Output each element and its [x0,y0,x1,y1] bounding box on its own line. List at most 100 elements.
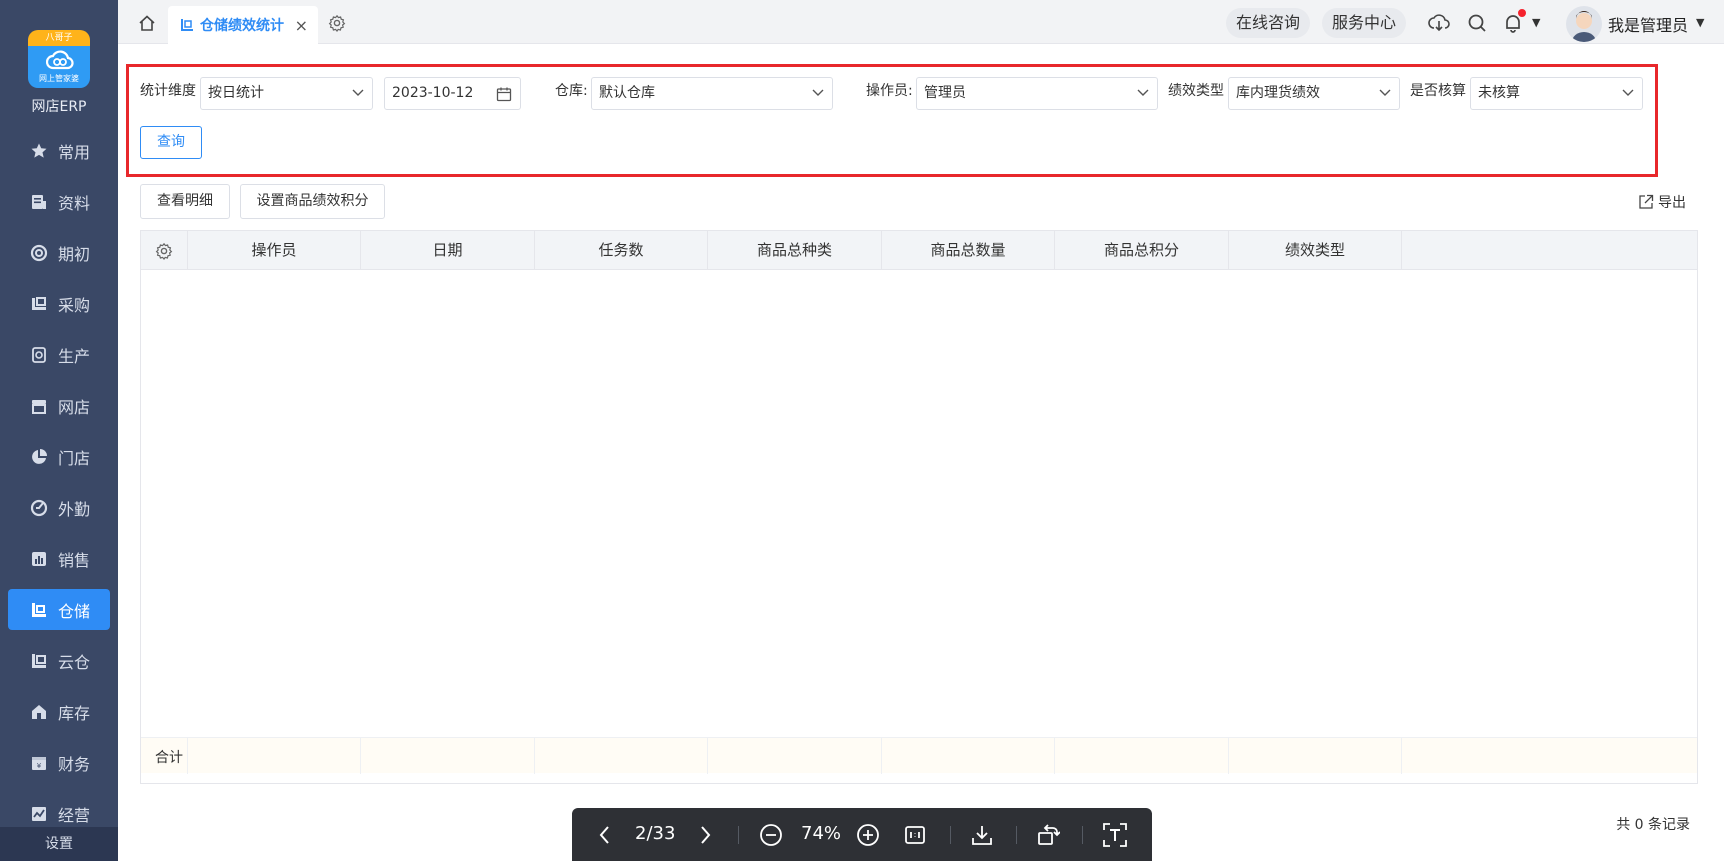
sidebar-nav: 常用 资料 期初 采购 生产 网店 门店 外勤 销售 仓储 云仓 库存 ¥ 财务… [0,130,118,844]
user-name[interactable]: 我是管理员 [1608,12,1688,36]
sidebar-item-label: 网店 [58,397,91,417]
column-settings[interactable] [141,231,188,270]
user-avatar-icon [1572,11,1596,42]
sidebar-item-label: 经营 [58,805,91,825]
prev-page-button[interactable] [592,822,618,848]
star-icon [30,142,48,160]
download-button[interactable] [969,822,995,848]
view-detail-button[interactable]: 查看明细 [140,184,230,219]
warehouse-icon [30,601,48,619]
footer-cell [708,738,882,774]
sidebar-item-label: 外勤 [58,499,91,519]
operator-label: 操作员: [866,83,913,99]
zoom-in-button[interactable] [855,822,881,848]
divider [950,826,951,844]
sidebar-item-data[interactable]: 资料 [8,181,110,222]
avatar[interactable] [1566,6,1602,42]
sidebar-item-finance[interactable]: ¥ 财务 [8,742,110,783]
date-picker[interactable]: 2023-10-12 [384,77,521,110]
viewer-toolbar: 2/33 74% [572,808,1152,861]
calendar-icon [496,87,512,102]
bar-chart-icon [30,550,48,568]
chevron-down-icon [1622,89,1634,96]
chevron-down-icon [1137,89,1149,96]
rotate-icon [1038,824,1060,845]
notification-dot [1518,9,1526,17]
app-logo[interactable]: 八哥子 网上管家婆 [28,30,90,88]
footer-cell [361,738,535,774]
sidebar-item-inventory[interactable]: 库存 [8,691,110,732]
sidebar: 八哥子 网上管家婆 网店ERP 常用 资料 期初 采购 生产 网店 门店 外勤 … [0,0,118,861]
query-button[interactable]: 查询 [140,126,202,159]
sidebar-item-opening[interactable]: 期初 [8,232,110,273]
operator-select[interactable]: 管理员 [916,77,1158,110]
column-header-date[interactable]: 日期 [361,231,535,270]
zoom-out-button[interactable] [758,822,784,848]
column-header-task-count[interactable]: 任务数 [535,231,708,270]
dimension-select[interactable]: 按日统计 [200,77,373,110]
warehouse-select[interactable]: 默认仓库 [591,77,833,110]
tab-warehouse-performance[interactable]: 仓储绩效统计 × [168,6,318,44]
sidebar-item-fieldwork[interactable]: 外勤 [8,487,110,528]
search-icon[interactable] [1466,12,1488,34]
sidebar-item-production[interactable]: 生产 [8,334,110,375]
column-header-performance-type[interactable]: 绩效类型 [1229,231,1402,270]
set-points-button[interactable]: 设置商品绩效积分 [240,184,385,219]
performance-type-select[interactable]: 库内理货绩效 [1228,77,1400,110]
online-consult-button[interactable]: 在线咨询 [1226,8,1311,38]
actual-size-button[interactable] [902,822,928,848]
chevron-down-icon[interactable]: ▼ [1532,16,1540,29]
sidebar-item-warehouse[interactable]: 仓储 [8,589,110,630]
user-menu-chevron-icon[interactable]: ▼ [1696,16,1704,29]
divider [738,826,739,844]
chevron-down-icon [812,89,824,96]
sidebar-settings[interactable]: 设置 [0,827,118,861]
column-header-product-quantity[interactable]: 商品总数量 [882,231,1055,270]
data-table: 操作员 日期 任务数 商品总种类 商品总数量 商品总积分 绩效类型 合计 [140,230,1698,784]
chevron-down-icon [1379,89,1391,96]
home-icon[interactable] [138,14,156,32]
accounted-select[interactable]: 未核算 [1470,77,1643,110]
service-center-button[interactable]: 服务中心 [1322,8,1407,38]
sidebar-item-purchase[interactable]: 采购 [8,283,110,324]
accounted-value: 未核算 [1478,85,1520,101]
pie-icon [30,448,48,466]
zoom-level: 74% [801,823,842,844]
column-header-operator[interactable]: 操作员 [188,231,361,270]
column-header-product-types[interactable]: 商品总种类 [708,231,882,270]
operator-value: 管理员 [924,85,966,101]
tab-label: 仓储绩效统计 [200,18,284,34]
sidebar-item-label: 常用 [58,142,91,162]
divider [1016,826,1017,844]
column-header-product-points[interactable]: 商品总积分 [1055,231,1229,270]
sidebar-item-cloud-warehouse[interactable]: 云仓 [8,640,110,681]
performance-type-label: 绩效类型 [1168,83,1224,99]
sidebar-item-label: 云仓 [58,652,91,672]
actual-size-icon [905,826,925,844]
sidebar-item-common[interactable]: 常用 [8,130,110,171]
sidebar-item-eshop[interactable]: 网店 [8,385,110,426]
sidebar-item-stores[interactable]: 门店 [8,436,110,477]
dimension-label: 统计维度 [140,83,196,99]
top-bar: 仓储绩效统计 × 在线咨询 服务中心 ▼ 我是管理员 ▼ [118,0,1724,44]
footer-cell [1229,738,1402,774]
date-value: 2023-10-12 [392,85,474,101]
sidebar-item-label: 财务 [58,754,91,774]
sum-label: 合计 [155,750,183,766]
sidebar-item-label: 生产 [58,346,91,366]
logo-badge: 八哥子 [45,33,73,43]
sidebar-item-label: 资料 [58,193,91,213]
sidebar-item-sales[interactable]: 销售 [8,538,110,579]
rotate-button[interactable] [1035,822,1061,848]
gear-icon[interactable] [328,14,346,32]
footer-cell [535,738,708,774]
warehouse-tab-icon [181,19,193,31]
extract-text-button[interactable] [1102,822,1128,848]
next-page-button[interactable] [692,822,718,848]
doc-icon [30,193,48,211]
close-icon[interactable]: × [295,16,308,35]
record-count: 共 0 条记录 [1616,817,1690,833]
table-header: 操作员 日期 任务数 商品总种类 商品总数量 商品总积分 绩效类型 [141,231,1697,270]
cloud-download-icon[interactable] [1428,12,1450,34]
export-button[interactable]: 导出 [1638,192,1686,212]
